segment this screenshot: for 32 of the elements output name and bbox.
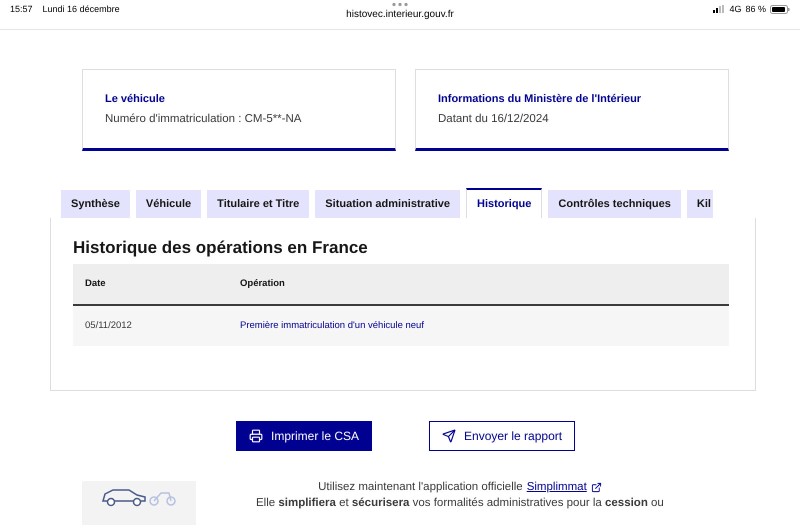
status-date: Lundi 16 décembre: [42, 4, 120, 14]
external-link-icon: [590, 482, 602, 492]
more-icon[interactable]: [391, 2, 409, 7]
tab[interactable]: Véhicule: [136, 190, 202, 218]
table-cell: 05/11/2012: [73, 304, 228, 346]
battery-icon: [770, 4, 790, 14]
tab[interactable]: Titulaire et Titre: [207, 190, 310, 218]
column-header: Opération: [228, 264, 729, 305]
signal-icon: [713, 5, 726, 13]
tab[interactable]: Historique: [466, 188, 542, 218]
address-bar-url[interactable]: histovec.interieur.gouv.fr: [346, 9, 454, 20]
column-header: Date: [73, 264, 228, 305]
promo-text: Utilisez maintenant l'application officielle: [318, 481, 523, 493]
card-text: Numéro d'immatriculation : CM-5**-NA: [105, 112, 302, 125]
send-icon: [442, 429, 456, 443]
battery-percent: 86 %: [745, 4, 766, 14]
app-link[interactable]: Simplimmat: [526, 481, 602, 493]
clock-time: 15:57: [10, 4, 33, 14]
section-title: Historique des opérations en France: [73, 238, 369, 258]
tab[interactable]: Situation administrative: [315, 190, 460, 218]
promo-text: Elle simplifiera et sécurisera vos formalités administratives pour la cession ou: [256, 497, 664, 509]
send-button[interactable]: Envoyer le rapport: [429, 421, 576, 451]
operation-link[interactable]: Première immatriculation d'un véhicule neuf: [228, 304, 729, 346]
print-button[interactable]: Imprimer le CSA: [236, 421, 372, 451]
tab[interactable]: Contrôles techniques: [548, 190, 681, 218]
tab[interactable]: Synthèse: [61, 190, 130, 218]
network-label: 4G: [729, 4, 742, 14]
card-text: Datant du 16/12/2024: [438, 112, 550, 125]
card-title: Informations du Ministère de l'Intérieur: [438, 92, 642, 105]
card-title: Le véhicule: [105, 92, 166, 105]
printer-icon: [249, 429, 263, 443]
tab[interactable]: Kil: [686, 190, 713, 218]
